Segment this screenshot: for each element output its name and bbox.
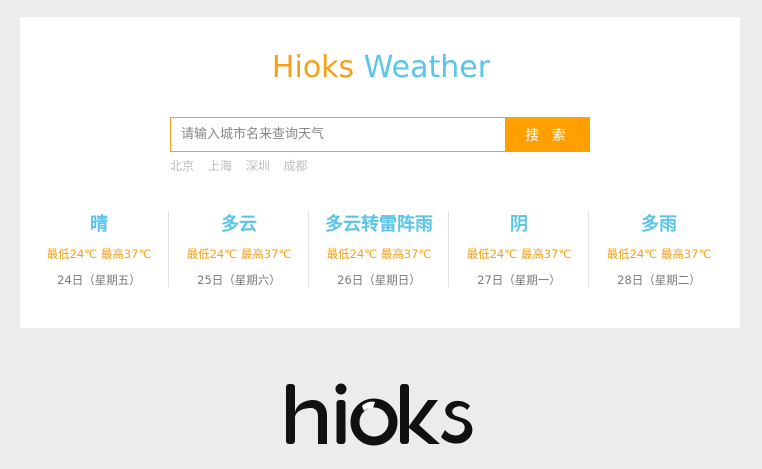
- forecast-day: 多云 最低24℃ 最高37℃ 25日（星期六）: [169, 211, 309, 289]
- forecast-date: 28日（星期二）: [617, 273, 701, 287]
- quick-city-shanghai[interactable]: 上海: [208, 159, 232, 173]
- forecast-list: 晴 最低24℃ 最高37℃ 24日（星期五） 多云 最低24℃ 最高37℃ 25…: [29, 211, 729, 289]
- forecast-date: 27日（星期一）: [477, 273, 561, 287]
- forecast-condition: 多云转雷阵雨: [325, 214, 433, 235]
- quick-city-shenzhen[interactable]: 深圳: [246, 159, 270, 173]
- forecast-temperature-range: 最低24℃ 最高37℃: [46, 247, 152, 261]
- forecast-day: 多云转雷阵雨 最低24℃ 最高37℃ 26日（星期日）: [309, 211, 449, 289]
- forecast-date: 26日（星期日）: [337, 273, 421, 287]
- search-button[interactable]: 搜 索: [505, 117, 590, 152]
- forecast-date: 25日（星期六）: [197, 273, 281, 287]
- forecast-day: 晴 最低24℃ 最高37℃ 24日（星期五）: [29, 211, 169, 289]
- city-search-input[interactable]: [170, 117, 505, 152]
- forecast-temperature-range: 最低24℃ 最高37℃: [606, 247, 712, 261]
- forecast-temperature-range: 最低24℃ 最高37℃: [186, 247, 292, 261]
- forecast-condition: 多云: [221, 214, 257, 235]
- app-title-weather: Weather: [363, 50, 491, 85]
- forecast-condition: 多雨: [641, 214, 677, 235]
- forecast-day: 阴 最低24℃ 最高37℃ 27日（星期一）: [449, 211, 589, 289]
- forecast-day: 多雨 最低24℃ 最高37℃ 28日（星期二）: [589, 211, 729, 289]
- quick-city-list: 北京 上海 深圳 成都: [170, 157, 318, 175]
- hioks-logo-icon: [286, 383, 473, 446]
- quick-city-chengdu[interactable]: 成都: [284, 159, 308, 173]
- forecast-condition: 阴: [510, 214, 528, 235]
- forecast-date: 24日（星期五）: [57, 273, 141, 287]
- quick-city-beijing[interactable]: 北京: [170, 159, 194, 173]
- app-title-brand: Hioks: [271, 50, 355, 85]
- forecast-condition: 晴: [90, 214, 108, 235]
- search-bar: 搜 索: [170, 117, 590, 152]
- app-title: Hioks Weather: [0, 48, 762, 88]
- forecast-temperature-range: 最低24℃ 最高37℃: [466, 247, 572, 261]
- forecast-temperature-range: 最低24℃ 最高37℃: [326, 247, 432, 261]
